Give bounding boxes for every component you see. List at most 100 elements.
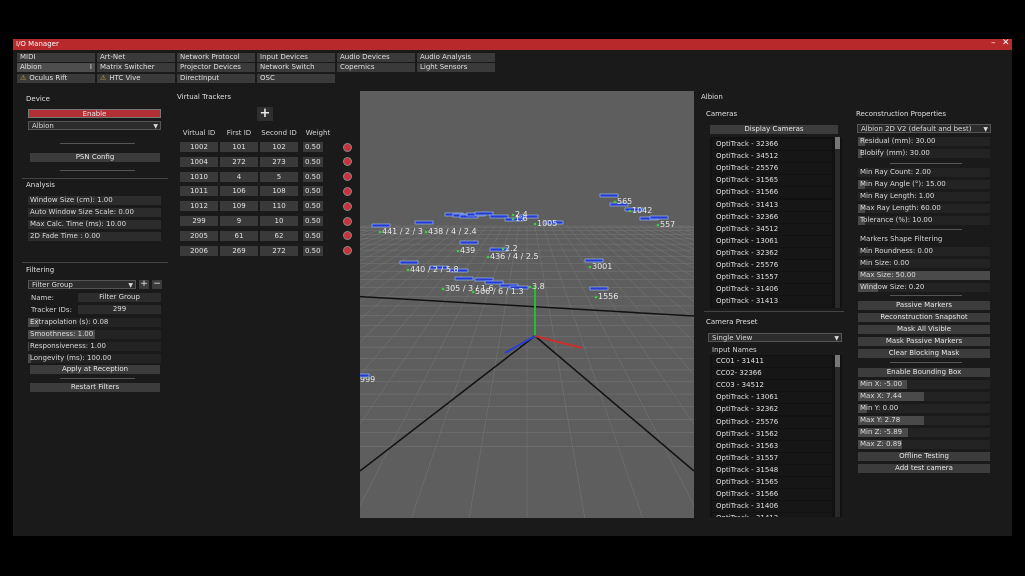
tab-midi[interactable]: MIDI: [17, 53, 95, 62]
table-cell[interactable]: 269: [220, 245, 258, 256]
minimize-button[interactable]: –: [991, 38, 996, 48]
camera-list-item[interactable]: OptiTrack - 32362: [712, 247, 832, 259]
input-name-item[interactable]: OptiTrack - 31565: [712, 477, 832, 488]
table-cell[interactable]: 1002: [180, 142, 218, 152]
tab-copernics[interactable]: Copernics: [337, 63, 415, 72]
tab-light-sensors[interactable]: Light Sensors: [417, 63, 495, 72]
slider[interactable]: Tolerance (%): 10.00: [858, 216, 990, 225]
recon-button-reconstruction-snapshot[interactable]: Reconstruction Snapshot: [858, 313, 990, 322]
tab-network-switch[interactable]: Network Switch: [257, 63, 335, 72]
psn-config-button[interactable]: PSN Config: [30, 153, 160, 162]
add-virtual-tracker-button[interactable]: +: [257, 107, 273, 121]
table-cell[interactable]: 0.50: [303, 201, 323, 212]
input-name-item[interactable]: OptiTrack - 31557: [712, 452, 832, 464]
input-name-item[interactable]: OptiTrack - 31548: [712, 464, 832, 476]
slider[interactable]: Min Z: -5.89: [858, 428, 990, 437]
tab-albion[interactable]: Albion I: [17, 63, 95, 72]
camera-list-item[interactable]: OptiTrack - 34512: [712, 151, 832, 163]
tab-audio-analysis[interactable]: Audio Analysis: [417, 53, 495, 62]
remove-tracker-icon[interactable]: [343, 216, 352, 226]
input-name-item[interactable]: OptiTrack - 25576: [712, 416, 832, 428]
table-cell[interactable]: 102: [260, 142, 298, 152]
table-cell[interactable]: 61: [220, 230, 258, 241]
slider[interactable]: Min Ray Count: 2.00: [858, 168, 990, 177]
table-cell[interactable]: 110: [260, 201, 298, 212]
camera-list-item[interactable]: OptiTrack - 31566: [712, 187, 832, 199]
enable-bounding-box-button[interactable]: Enable Bounding Box: [858, 368, 990, 377]
table-cell[interactable]: 0.50: [303, 230, 323, 241]
table-cell[interactable]: 0.50: [303, 216, 323, 226]
slider[interactable]: Min Ray Angle (°): 15.00: [858, 180, 990, 189]
table-cell[interactable]: 62: [260, 230, 298, 241]
device-select[interactable]: Albion ▼: [28, 121, 161, 130]
camera-list-item[interactable]: OptiTrack - 31406: [712, 284, 832, 296]
table-cell[interactable]: 0.50: [303, 171, 323, 182]
title-bar[interactable]: I/O Manager – ✕: [13, 38, 1012, 50]
slider[interactable]: Max Z: 0.89: [858, 440, 990, 449]
camera-list-item[interactable]: OptiTrack - 25576: [712, 163, 832, 175]
camera-list-item[interactable]: OptiTrack - 31413: [712, 296, 832, 308]
table-cell[interactable]: 101: [220, 142, 258, 152]
slider[interactable]: Blobify (mm): 30.00: [858, 149, 990, 158]
filter-param-slider[interactable]: Longevity (ms): 100.00: [28, 354, 161, 363]
table-cell[interactable]: 2006: [180, 245, 218, 256]
input-names-list[interactable]: CC01 - 31411 CC02- 32366 CC03 - 34512 OptiT…: [710, 355, 842, 517]
camera-list-item[interactable]: OptiTrack - 31557: [712, 272, 832, 284]
enable-button[interactable]: Enable: [28, 109, 161, 118]
recon-button-mask-passive-markers[interactable]: Mask Passive Markers: [858, 337, 990, 346]
camera-list-item[interactable]: OptiTrack - 34512: [712, 223, 832, 235]
input-name-item[interactable]: OptiTrack - 31413: [712, 513, 832, 517]
slider[interactable]: Min Y: 0.00: [858, 404, 990, 413]
tab-audio-devices[interactable]: Audio Devices: [337, 53, 415, 62]
cameras-scrollbar[interactable]: [835, 137, 840, 308]
add-test-camera-button[interactable]: Add test camera: [858, 464, 990, 473]
slider[interactable]: Max Y: 2.78: [858, 416, 990, 425]
table-cell[interactable]: 1011: [180, 186, 218, 197]
tab-projector-devices[interactable]: Projector Devices: [177, 63, 255, 72]
offline-testing-button[interactable]: Offline Testing: [858, 452, 990, 461]
table-cell[interactable]: 106: [220, 186, 258, 197]
input-name-item[interactable]: OptiTrack - 31562: [712, 428, 832, 440]
tab-input-devices[interactable]: Input Devices: [257, 53, 335, 62]
table-cell[interactable]: 1012: [180, 201, 218, 212]
camera-list-item[interactable]: OptiTrack - 31413: [712, 199, 832, 211]
input-name-item[interactable]: CC01 - 31411: [712, 356, 832, 367]
filter-param-slider[interactable]: Extrapolation (s): 0.08: [28, 318, 161, 327]
analysis-field[interactable]: Max Calc. Time (ms): 10.00: [28, 220, 161, 229]
filter-param-slider[interactable]: Smoothness: 1.00: [28, 330, 161, 339]
table-cell[interactable]: 4: [220, 171, 258, 182]
remove-filter-button[interactable]: −: [152, 280, 162, 289]
filter-param-slider[interactable]: Responsiveness: 1.00: [28, 342, 161, 351]
tab-osc[interactable]: OSC: [257, 74, 335, 83]
table-cell[interactable]: 272: [220, 156, 258, 167]
apply-at-reception-button[interactable]: Apply at Reception: [30, 365, 160, 374]
input-name-item[interactable]: OptiTrack - 31566: [712, 489, 832, 501]
slider[interactable]: Max X: 7.44: [858, 392, 990, 401]
tab-network-protocol[interactable]: Network Protocol: [177, 53, 255, 62]
input-name-item[interactable]: OptiTrack - 31563: [712, 440, 832, 452]
tab-directinput[interactable]: DirectInput: [177, 74, 255, 83]
remove-tracker-icon[interactable]: [343, 142, 352, 152]
table-cell[interactable]: 273: [260, 156, 298, 167]
table-cell[interactable]: 9: [220, 216, 258, 226]
table-cell[interactable]: 0.50: [303, 142, 323, 152]
analysis-field[interactable]: 2D Fade Time : 0.00: [28, 232, 161, 241]
tab-art-net[interactable]: Art-Net: [97, 53, 175, 62]
table-cell[interactable]: 0.50: [303, 156, 323, 167]
tracker-ids-field[interactable]: 299: [78, 305, 161, 314]
camera-list-item[interactable]: OptiTrack - 32366: [712, 211, 832, 223]
slider[interactable]: Residual (mm): 30.00: [858, 137, 990, 146]
slider[interactable]: Min X: -5.00: [858, 380, 990, 389]
recon-button-clear-blocking-mask[interactable]: Clear Blocking Mask: [858, 349, 990, 358]
camera-list-item[interactable]: OptiTrack - 32366: [712, 139, 832, 150]
slider[interactable]: Max Ray Length: 60.00: [858, 204, 990, 213]
table-cell[interactable]: 5: [260, 171, 298, 182]
table-cell[interactable]: 0.50: [303, 186, 323, 197]
slider[interactable]: Min Size: 0.00: [858, 259, 990, 268]
add-filter-button[interactable]: +: [139, 280, 149, 289]
table-cell[interactable]: 272: [260, 245, 298, 256]
table-cell[interactable]: 1010: [180, 171, 218, 182]
table-cell[interactable]: 1004: [180, 156, 218, 167]
close-button[interactable]: ✕: [1002, 38, 1010, 48]
slider[interactable]: Max Size: 50.00: [858, 271, 990, 280]
